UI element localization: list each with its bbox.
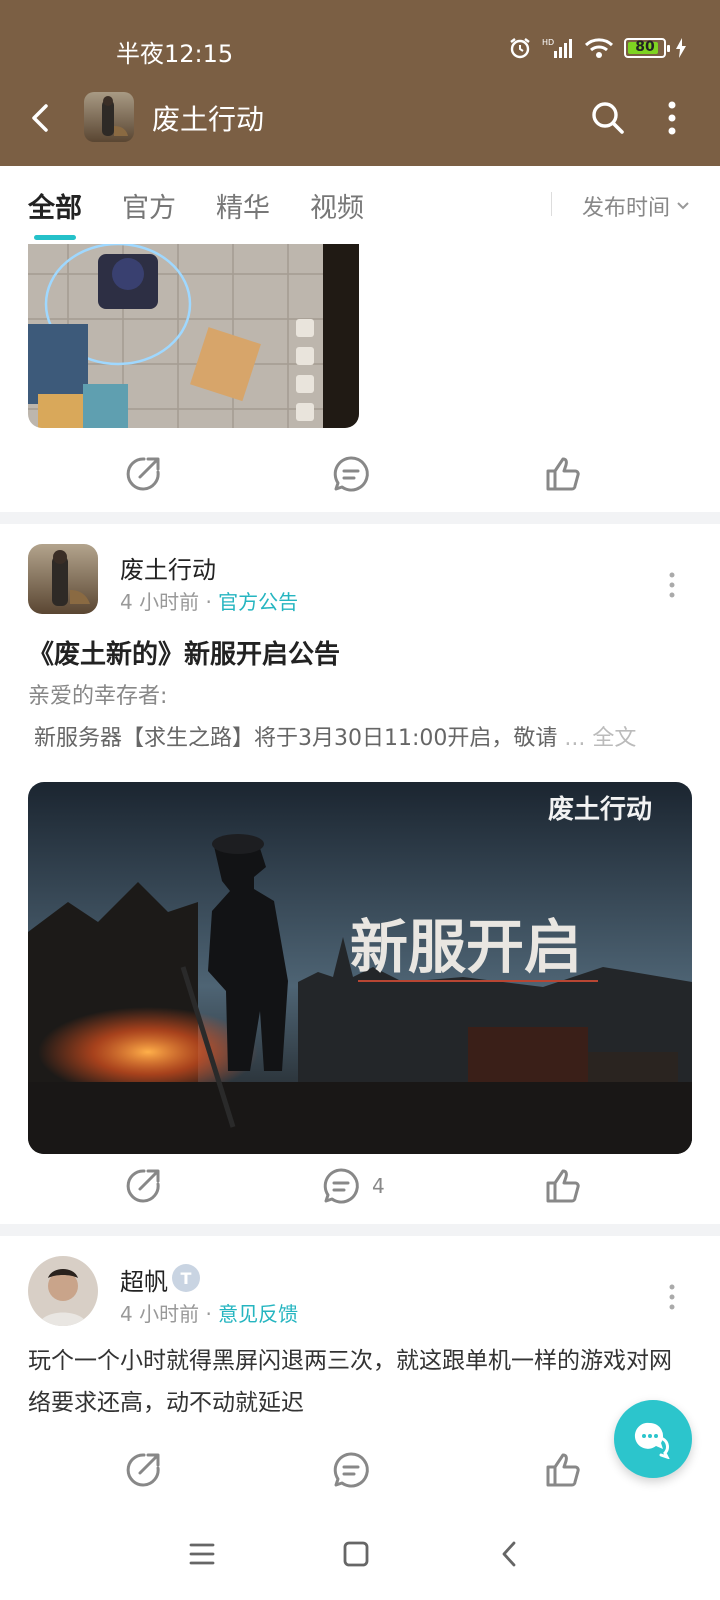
author-avatar[interactable] (28, 1256, 98, 1326)
back-nav-button[interactable] (486, 1530, 534, 1578)
thumbs-up-icon (546, 1169, 580, 1203)
search-icon (592, 102, 624, 134)
like-button[interactable] (544, 1166, 582, 1206)
post-image[interactable] (28, 244, 359, 428)
share-icon (126, 1453, 160, 1487)
comment-icon (333, 1452, 369, 1488)
chevron-left-icon (502, 1541, 516, 1567)
comment-icon (323, 1168, 359, 1204)
page-title: 废土行动 (152, 103, 265, 136)
read-more-link[interactable]: ... 全文 (564, 726, 636, 751)
more-vertical-icon (669, 572, 675, 598)
thumbs-up-icon (546, 457, 580, 491)
title-bar: 废土行动 (0, 86, 720, 150)
post-time: 4 小时前 (120, 590, 200, 614)
post-more-button[interactable] (668, 570, 676, 600)
author-avatar[interactable] (28, 544, 98, 614)
post-category[interactable]: 官方公告 (218, 590, 298, 614)
share-icon (126, 457, 160, 491)
post-actions (0, 444, 720, 504)
share-icon (126, 1169, 160, 1203)
share-button[interactable] (124, 1166, 162, 1206)
post-title[interactable]: 《废土新的》新服开启公告 (28, 634, 340, 671)
alarm-icon (508, 36, 532, 60)
post-actions (0, 1440, 720, 1500)
floating-chat-button[interactable] (614, 1400, 692, 1478)
post-separator (0, 1224, 720, 1236)
status-bar: 半夜12:15 HD 80 (0, 30, 720, 70)
sort-label: 发布时间 (582, 196, 671, 221)
post-meta: 4 小时前 · 官方公告 (120, 586, 298, 615)
user-badge: T (172, 1264, 200, 1292)
thumbs-up-icon (546, 1453, 580, 1487)
battery-level: 80 (635, 39, 655, 55)
banner-text: 新服开启 (350, 913, 582, 981)
meta-dot: · (205, 1302, 219, 1326)
author-name[interactable]: 废土行动 (120, 550, 216, 585)
post-more-button[interactable] (668, 1282, 676, 1312)
chevron-down-icon (677, 202, 689, 210)
sort-dropdown[interactable]: 发布时间 (582, 190, 690, 222)
post-header: 废土行动 4 小时前 · 官方公告 (0, 544, 720, 624)
post-time: 4 小时前 (120, 1302, 200, 1326)
share-button[interactable] (124, 454, 162, 494)
home-nav-button[interactable] (332, 1530, 380, 1578)
comment-button[interactable] (332, 1450, 370, 1490)
signal-icon: HD (542, 37, 574, 59)
filter-tabs: 全部 官方 精华 视频 发布时间 (0, 166, 720, 244)
menu-nav-button[interactable] (178, 1530, 226, 1578)
more-vertical-icon (669, 1284, 675, 1310)
more-vertical-icon (668, 101, 676, 135)
status-time: 半夜12:15 (116, 40, 234, 68)
charging-icon (676, 38, 686, 58)
post-greeting: 亲爱的幸存者: (28, 684, 168, 709)
chevron-left-icon (32, 104, 48, 132)
menu-icon (189, 1543, 215, 1565)
tab-featured[interactable]: 精华 (216, 186, 270, 225)
post-banner-image[interactable]: 废土行动 新服开启 (28, 782, 692, 1154)
svg-text:HD: HD (542, 38, 554, 47)
wifi-icon (584, 37, 614, 59)
post-separator (0, 512, 720, 524)
page: 半夜12:15 HD 80 废土行动 全部 官方 精华 视频 发布时间 废土行动… (0, 0, 720, 1600)
active-tab-indicator (34, 235, 76, 240)
chat-bubbles-icon (634, 1422, 670, 1459)
top-bar: 半夜12:15 HD 80 废土行动 (0, 0, 720, 166)
search-button[interactable] (586, 96, 630, 140)
tab-divider (551, 192, 552, 216)
back-button[interactable] (22, 98, 62, 138)
system-nav-bar (0, 1508, 720, 1600)
excerpt-text: 新服务器【求生之路】将于3月30日11:00开启，敬请 (34, 726, 558, 751)
post-meta: 4 小时前 · 意见反馈 (120, 1298, 298, 1327)
tab-video[interactable]: 视频 (310, 186, 364, 225)
comment-icon (333, 456, 369, 492)
more-button[interactable] (660, 96, 684, 140)
banner-logo: 废土行动 (548, 794, 652, 825)
comment-button[interactable]: 4 (322, 1166, 385, 1206)
battery-icon: 80 (624, 38, 670, 58)
comment-count: 4 (372, 1174, 385, 1198)
square-icon (343, 1541, 369, 1567)
post-category[interactable]: 意见反馈 (218, 1302, 298, 1326)
status-icons: HD 80 (508, 36, 686, 60)
game-avatar[interactable] (84, 92, 134, 142)
tab-official[interactable]: 官方 (122, 186, 176, 225)
meta-dot: · (205, 590, 219, 614)
post-excerpt[interactable]: 新服务器【求生之路】将于3月30日11:00开启，敬请 ... 全文 (34, 720, 694, 752)
share-button[interactable] (124, 1450, 162, 1490)
like-button[interactable] (544, 454, 582, 494)
author-name[interactable]: 超帆 (120, 1262, 168, 1297)
badge-letter: T (180, 1268, 192, 1288)
post-header: 超帆 T 4 小时前 · 意见反馈 (0, 1256, 720, 1336)
like-button[interactable] (544, 1450, 582, 1490)
comment-button[interactable] (332, 454, 370, 494)
tab-all[interactable]: 全部 (28, 186, 82, 225)
post-body[interactable]: 玩个一个小时就得黑屏闪退两三次，就这跟单机一样的游戏对网络要求还高，动不动就延迟 (28, 1340, 692, 1424)
post-actions: 4 (0, 1156, 720, 1216)
